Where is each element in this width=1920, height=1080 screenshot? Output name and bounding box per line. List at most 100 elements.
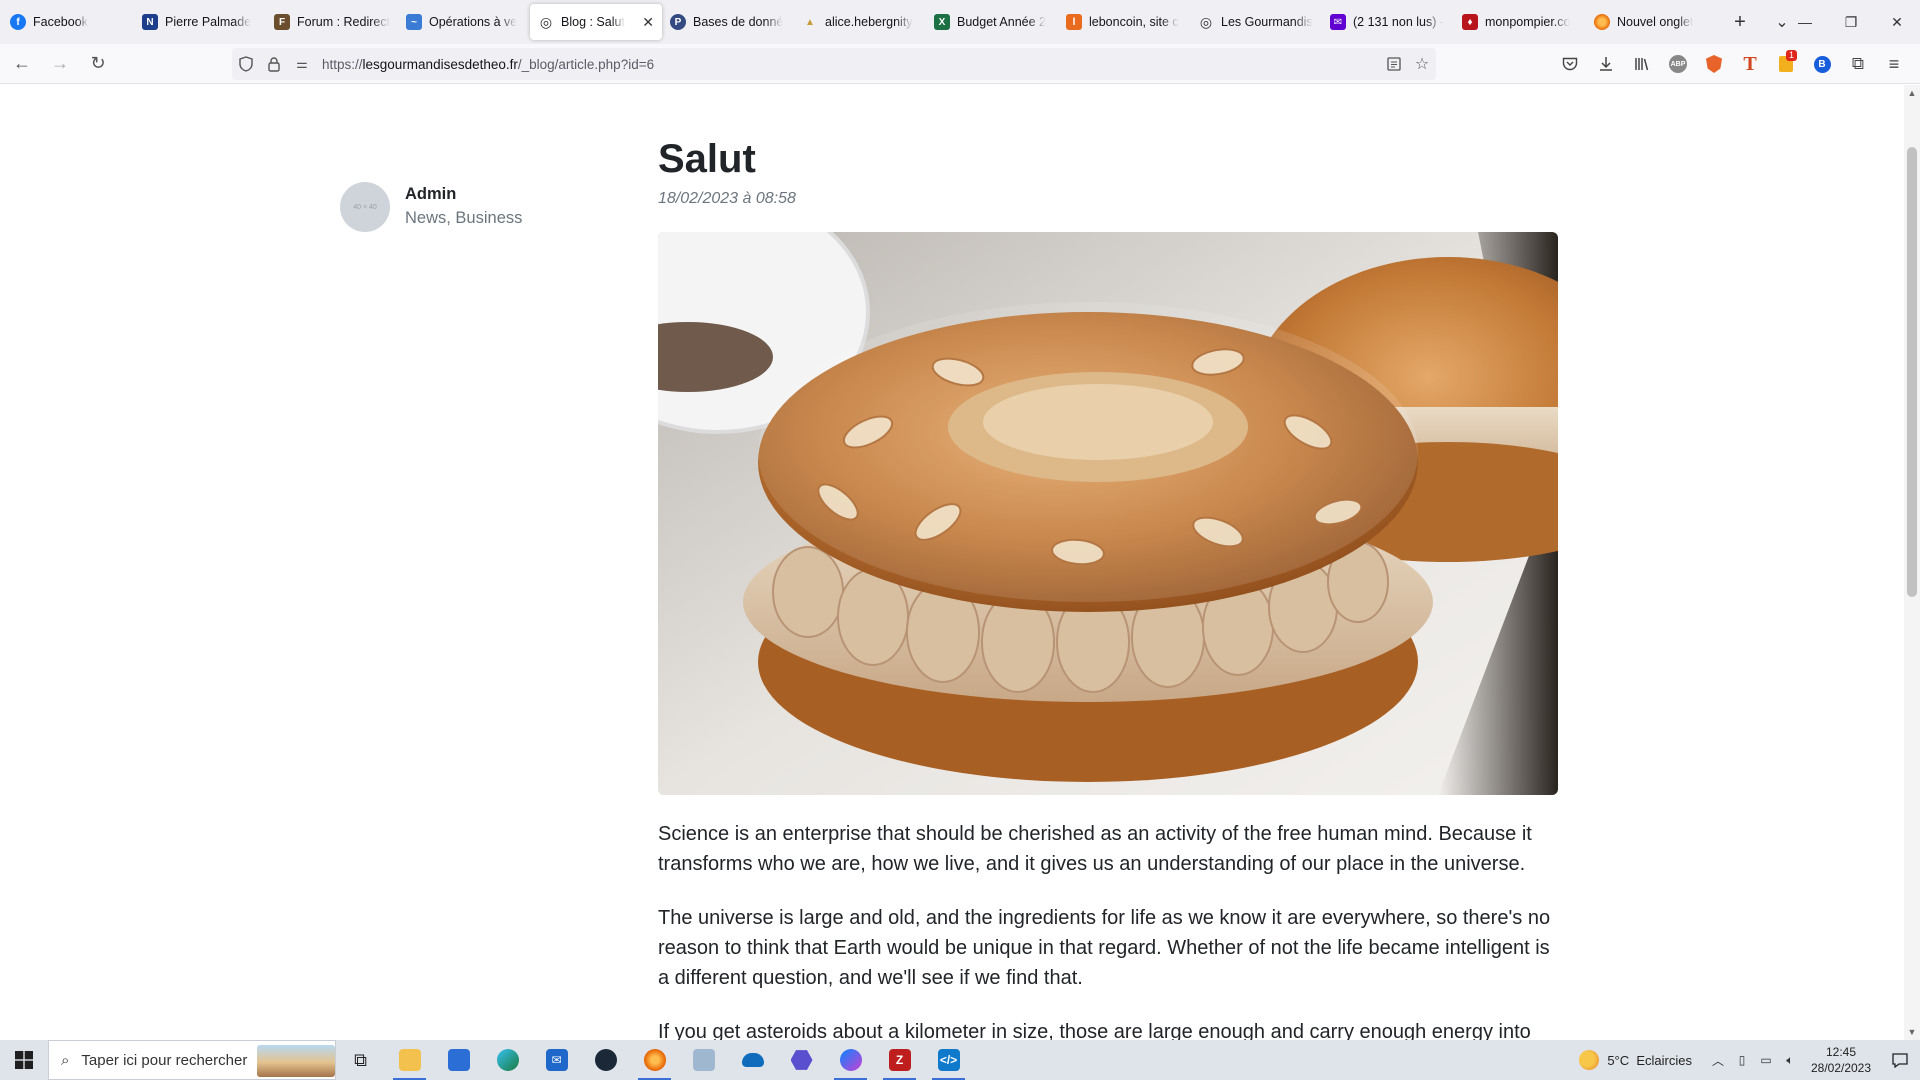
leboncoin-icon: l xyxy=(1066,14,1082,30)
tab-list: f Facebook N Pierre Palmade F Forum : Re… xyxy=(0,0,1718,44)
store-icon xyxy=(447,1049,470,1071)
tab-alice-hebergnity[interactable]: ▲ alice.hebergnity xyxy=(794,4,926,40)
tab-leboncoin[interactable]: l leboncoin, site c xyxy=(1058,4,1190,40)
permissions-icon[interactable]: ⚌ xyxy=(288,50,316,78)
navigation-toolbar: ← → ↻ ⚌ https://lesgourmandisesdetheo.fr… xyxy=(0,44,1920,84)
search-highlight-illustration xyxy=(257,1045,335,1077)
shield-extension-icon[interactable] xyxy=(1696,48,1732,80)
tab-les-gourmandises[interactable]: ◎ Les Gourmandis xyxy=(1190,4,1322,40)
tray-device-icon[interactable]: ▯ xyxy=(1730,1040,1754,1080)
reload-button[interactable]: ↻ xyxy=(82,48,114,80)
edge-icon xyxy=(496,1049,519,1071)
taskbar-store[interactable] xyxy=(434,1040,483,1080)
taskbar-search-box[interactable]: ⌕ Taper ici pour rechercher xyxy=(48,1040,336,1080)
tab-operations[interactable]: ~ Opérations à ve xyxy=(398,4,530,40)
tab-facebook[interactable]: f Facebook xyxy=(2,4,134,40)
tab-nouvel-onglet[interactable]: Nouvel onglet xyxy=(1586,4,1718,40)
bookmark-star-icon[interactable]: ☆ xyxy=(1408,50,1436,78)
clock-time: 12:45 xyxy=(1825,1045,1857,1059)
url-text[interactable]: https://lesgourmandisesdetheo.fr/_blog/a… xyxy=(322,57,654,72)
article: Salut 18/02/2023 à 08:58 Science is an e… xyxy=(658,135,1560,1040)
tab-mail[interactable]: ✉ (2 131 non lus) - xyxy=(1322,4,1454,40)
taskbar-filezilla[interactable]: Z xyxy=(875,1040,924,1080)
close-tab-icon[interactable]: ✕ xyxy=(636,14,654,31)
tracking-protection-icon[interactable] xyxy=(232,50,260,78)
lock-icon[interactable] xyxy=(260,50,288,78)
task-view-icon: ⧉ xyxy=(354,1049,367,1070)
taskbar-edge[interactable] xyxy=(483,1040,532,1080)
restore-button[interactable]: ❐ xyxy=(1828,0,1874,44)
taskbar-firefox[interactable] xyxy=(630,1040,679,1080)
steam-icon xyxy=(594,1049,617,1071)
news-site-icon: N xyxy=(142,14,158,30)
reader-view-icon[interactable] xyxy=(1380,50,1408,78)
tray-chevron-up-icon[interactable]: ︿ xyxy=(1706,1040,1730,1080)
facebook-icon: f xyxy=(10,14,26,30)
tray-volume-icon[interactable]: 🔈︎ xyxy=(1778,1040,1802,1080)
tab-label: monpompier.co xyxy=(1485,15,1571,29)
close-window-button[interactable]: ✕ xyxy=(1874,0,1920,44)
tab-label: leboncoin, site c xyxy=(1089,15,1179,29)
globe-icon: ◎ xyxy=(539,13,553,30)
back-button[interactable]: ← xyxy=(6,48,38,80)
notification-extension-icon[interactable]: 1 xyxy=(1768,48,1804,80)
start-button[interactable] xyxy=(0,1040,48,1080)
library-icon[interactable] xyxy=(1624,48,1660,80)
tab-budget[interactable]: X Budget Année 2 xyxy=(926,4,1058,40)
menu-hamburger-icon[interactable]: ≡ xyxy=(1876,48,1912,80)
tab-pierre-palmade[interactable]: N Pierre Palmade xyxy=(134,4,266,40)
downloads-icon[interactable] xyxy=(1588,48,1624,80)
article-title: Salut xyxy=(658,137,756,181)
taskbar-messenger[interactable] xyxy=(826,1040,875,1080)
scroll-up-arrow-icon[interactable]: ▲ xyxy=(1904,85,1920,101)
forum-icon: F xyxy=(274,14,290,30)
taskbar-apps: ⧉ ✉ Z </> xyxy=(336,1040,973,1080)
tab-forum[interactable]: F Forum : Redirect xyxy=(266,4,398,40)
pocket-icon[interactable] xyxy=(1552,48,1588,80)
article-body: Science is an enterprise that should be … xyxy=(658,819,1560,1040)
post-author-block: 40 × 40 Admin News, Business xyxy=(340,182,522,232)
article-paragraph: Science is an enterprise that should be … xyxy=(658,823,1532,875)
taskbar-steam[interactable] xyxy=(581,1040,630,1080)
taskbar-paint[interactable] xyxy=(679,1040,728,1080)
tab-label: Blog : Salut xyxy=(561,15,625,29)
taskbar-vscode[interactable]: </> xyxy=(924,1040,973,1080)
tray-network-icon[interactable]: ▭ xyxy=(1754,1040,1778,1080)
tab-label: Les Gourmandis xyxy=(1221,15,1313,29)
notification-center-icon[interactable] xyxy=(1880,1040,1920,1080)
new-tab-button[interactable]: + xyxy=(1724,6,1756,38)
taskbar-app-hex[interactable] xyxy=(777,1040,826,1080)
forward-button[interactable]: → xyxy=(44,48,76,80)
url-host: lesgourmandisesdetheo.fr xyxy=(362,56,518,72)
hosting-icon: ▲ xyxy=(805,16,815,28)
tab-blog-salut[interactable]: ◎ Blog : Salut ✕ xyxy=(530,4,662,40)
article-paragraph: The universe is large and old, and the i… xyxy=(658,907,1551,989)
taskbar-onedrive[interactable] xyxy=(728,1040,777,1080)
tab-monpompier[interactable]: ♦ monpompier.co xyxy=(1454,4,1586,40)
adblock-extension-icon[interactable]: ABP xyxy=(1660,48,1696,80)
reload-icon: ↻ xyxy=(90,53,106,73)
tab-label: Nouvel onglet xyxy=(1617,15,1694,29)
taskbar-file-explorer[interactable] xyxy=(385,1040,434,1080)
tab-bases-de-donnees[interactable]: P Bases de donné xyxy=(662,4,794,40)
taskbar-task-view[interactable]: ⧉ xyxy=(336,1040,385,1080)
font-extension-icon[interactable]: T xyxy=(1732,48,1768,80)
firefox-icon xyxy=(1594,14,1610,30)
minimize-button[interactable]: — xyxy=(1782,0,1828,44)
address-bar[interactable]: ⚌ https://lesgourmandisesdetheo.fr/_blog… xyxy=(232,48,1436,80)
taskbar-clock[interactable]: 12:45 28/02/2023 xyxy=(1802,1044,1880,1076)
article-paragraph: If you get asteroids about a kilometer i… xyxy=(658,1021,1531,1040)
tab-label: Budget Année 2 xyxy=(957,15,1046,29)
tab-label: Forum : Redirect xyxy=(297,15,390,29)
search-icon: ⌕ xyxy=(61,1051,70,1069)
scrollbar-thumb[interactable] xyxy=(1907,147,1917,597)
scroll-down-arrow-icon[interactable]: ▼ xyxy=(1904,1024,1920,1040)
taskbar-search-placeholder: Taper ici pour rechercher xyxy=(81,1051,248,1069)
tab-strip: f Facebook N Pierre Palmade F Forum : Re… xyxy=(0,0,1920,44)
bitwarden-icon[interactable]: B xyxy=(1804,48,1840,80)
page-scrollbar[interactable]: ▲ ▼ xyxy=(1904,85,1920,1040)
taskbar-mail[interactable]: ✉ xyxy=(532,1040,581,1080)
weather-widget[interactable]: 5°C Eclaircies xyxy=(1579,1050,1692,1070)
mail-icon: ✉ xyxy=(545,1049,568,1071)
extensions-puzzle-icon[interactable]: ⧉ xyxy=(1840,48,1876,80)
